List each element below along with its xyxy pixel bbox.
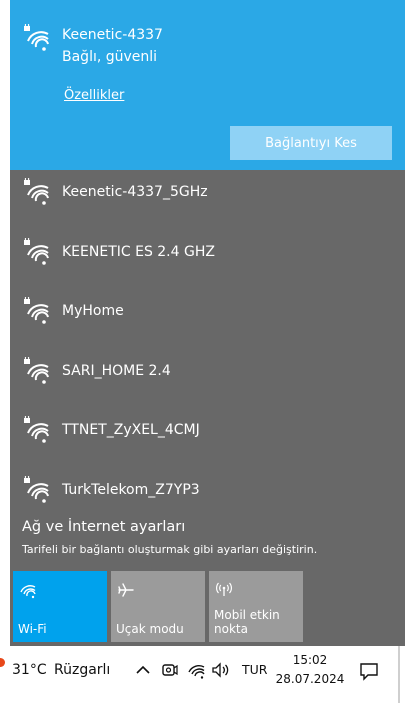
secured-wifi-icon [22,237,50,266]
mobile-hotspot-label: Mobil etkin nokta [214,608,280,636]
language-indicator[interactable]: TUR [242,662,267,677]
properties-link[interactable]: Özellikler [64,88,124,103]
weather-temperature[interactable]: 31°C [12,662,47,678]
notification-icon[interactable] [358,660,380,682]
wifi-toggle[interactable]: Wi-Fi [13,571,107,642]
wifi-toggle-label: Wi-Fi [18,622,47,636]
network-list: Keenetic-4337_5GHz KEENETIC ES 2.4 GHZ M… [10,170,405,527]
network-item[interactable]: TTNET_ZyXEL_4CMJ [10,408,405,468]
screen: Keenetic-4337 Bağlı, güvenli Özellikler … [0,0,405,703]
network-item[interactable]: SARI_HOME 2.4 [10,349,405,409]
network-ssid: TTNET_ZyXEL_4CMJ [62,422,200,438]
wifi-tray-icon[interactable] [186,660,206,680]
disconnect-button[interactable]: Bağlantıyı Kes [230,126,392,160]
network-settings-link[interactable]: Ağ ve İnternet ayarları [22,519,185,535]
secured-wifi-icon [22,297,50,325]
secured-wifi-icon [22,24,50,52]
weather-icon [0,658,5,667]
network-item[interactable]: MyHome [10,289,405,349]
airplane-icon [117,581,135,599]
network-ssid: SARI_HOME 2.4 [62,362,171,379]
clock-time: 15:02 [292,653,328,667]
hotspot-icon [215,581,233,599]
airplane-mode-label: Uçak modu [116,622,184,636]
wifi-flyout: Keenetic-4337 Bağlı, güvenli Özellikler … [10,0,405,646]
chevron-up-icon[interactable] [133,660,153,680]
secured-wifi-icon [22,416,50,444]
volume-icon[interactable] [211,660,231,680]
network-ssid: KEENETIC ES 2.4 GHZ [62,243,215,260]
camera-icon[interactable] [160,660,180,680]
network-ssid: MyHome [62,303,124,319]
connected-network[interactable]: Keenetic-4337 Bağlı, güvenli Özellikler … [10,0,405,170]
network-settings-description: Tarifeli bir bağlantı oluşturmak gibi ay… [22,543,318,556]
taskbar: 31°C Rüzgarlı TUR 15:02 28.07.2024 [0,646,405,703]
wifi-icon [19,581,37,599]
secured-wifi-icon [22,475,50,504]
airplane-mode-toggle[interactable]: Uçak modu [111,571,205,642]
network-ssid: TurkTelekom_Z7YP3 [62,481,200,498]
network-item[interactable]: Keenetic-4337_5GHz [10,170,405,230]
connection-status: Bağlı, güvenli [62,49,158,65]
show-desktop-button[interactable] [398,646,400,703]
secured-wifi-icon [22,178,50,206]
clock-date: 28.07.2024 [275,672,345,686]
mobile-hotspot-toggle[interactable]: Mobil etkin nokta [209,571,303,642]
network-ssid: Keenetic-4337_5GHz [62,184,208,200]
secured-wifi-icon [22,356,50,385]
network-item[interactable]: KEENETIC ES 2.4 GHZ [10,230,405,290]
connected-ssid: Keenetic-4337 [62,27,163,43]
weather-condition[interactable]: Rüzgarlı [54,662,110,678]
clock[interactable]: 15:02 28.07.2024 [275,651,345,689]
